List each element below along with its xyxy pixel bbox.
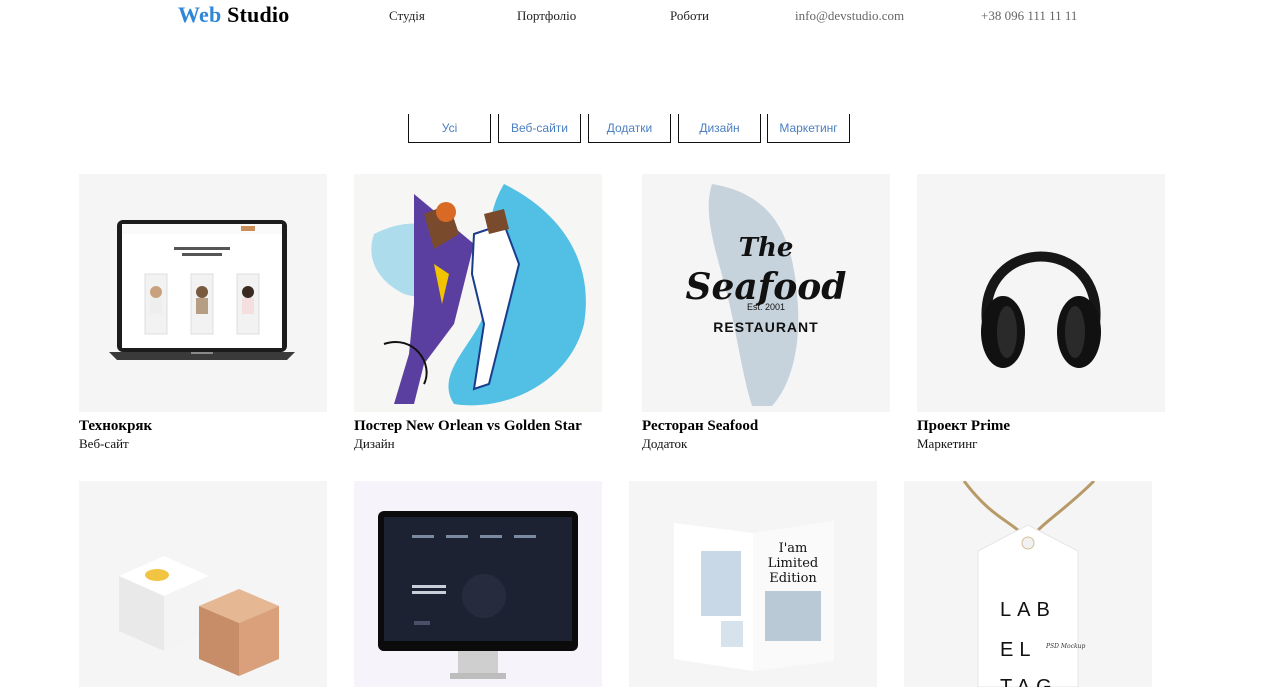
project-title[interactable]: Технокряк: [79, 418, 327, 435]
nav-studio-link[interactable]: Студія: [389, 8, 425, 24]
project-card[interactable]: Постер New Orlean vs Golden Star Дизайн: [354, 174, 602, 452]
project-image-headphones[interactable]: [917, 174, 1165, 412]
project-card[interactable]: [354, 481, 602, 687]
project-card[interactable]: I'am Limited Edition: [629, 481, 877, 687]
filter-all-button[interactable]: Усі: [408, 114, 491, 143]
tag-text-3: TAG: [1000, 676, 1058, 687]
tag-text-1: LAB: [1000, 599, 1056, 621]
magazine-text-1: I'am: [779, 541, 808, 556]
filter-design-button[interactable]: Дизайн: [678, 114, 761, 143]
logo-studio: Studio: [227, 2, 290, 27]
magazine-text-2: Limited: [768, 556, 819, 571]
project-title[interactable]: Постер New Orlean vs Golden Star: [354, 418, 602, 435]
project-card[interactable]: [79, 481, 327, 687]
project-category: Веб-сайт: [79, 436, 129, 451]
nav-works-link[interactable]: Роботи: [670, 8, 709, 24]
project-image-magazine[interactable]: I'am Limited Edition: [629, 481, 877, 687]
site-logo[interactable]: Web Studio: [178, 2, 289, 28]
project-category: Додаток: [642, 436, 688, 451]
project-image-seafood[interactable]: The Seafood Est. 2001 RESTAURANT: [642, 174, 890, 412]
project-category: Маркетинг: [917, 436, 978, 451]
project-card[interactable]: LAB EL TAG PSD Mockup: [904, 481, 1152, 687]
project-image-boxes[interactable]: [79, 481, 327, 687]
project-category: Дизайн: [354, 436, 395, 451]
project-title[interactable]: Проект Prime: [917, 418, 1165, 435]
seafood-text-the: The: [739, 233, 794, 263]
project-image-monitor[interactable]: [354, 481, 602, 687]
seafood-text-est: Est. 2001: [747, 302, 785, 312]
tag-text-2: EL: [1000, 639, 1036, 661]
site-header: Web Studio Студія Портфоліо Роботи info@…: [0, 0, 1280, 36]
logo-web: Web: [178, 2, 222, 27]
project-card[interactable]: Проект Prime Маркетинг: [917, 174, 1165, 452]
project-image-label-tag[interactable]: LAB EL TAG PSD Mockup: [904, 481, 1152, 687]
nav-portfolio-link[interactable]: Портфоліо: [517, 8, 576, 24]
contact-email-link[interactable]: info@devstudio.com: [795, 8, 904, 24]
filter-marketing-button[interactable]: Маркетинг: [767, 114, 850, 143]
project-image-laptop[interactable]: [79, 174, 327, 412]
filter-apps-button[interactable]: Додатки: [588, 114, 671, 143]
seafood-text-restaurant: RESTAURANT: [713, 319, 818, 335]
contact-phone-link[interactable]: +38 096 111 11 11: [981, 8, 1077, 24]
tag-text-small: PSD Mockup: [1045, 643, 1085, 650]
project-card[interactable]: The Seafood Est. 2001 RESTAURANT Рестора…: [642, 174, 890, 452]
project-card[interactable]: Технокряк Веб-сайт: [79, 174, 327, 452]
project-image-poster[interactable]: [354, 174, 602, 412]
magazine-text-3: Edition: [769, 571, 817, 586]
filter-websites-button[interactable]: Веб-сайти: [498, 114, 581, 143]
project-title[interactable]: Ресторан Seafood: [642, 418, 890, 435]
